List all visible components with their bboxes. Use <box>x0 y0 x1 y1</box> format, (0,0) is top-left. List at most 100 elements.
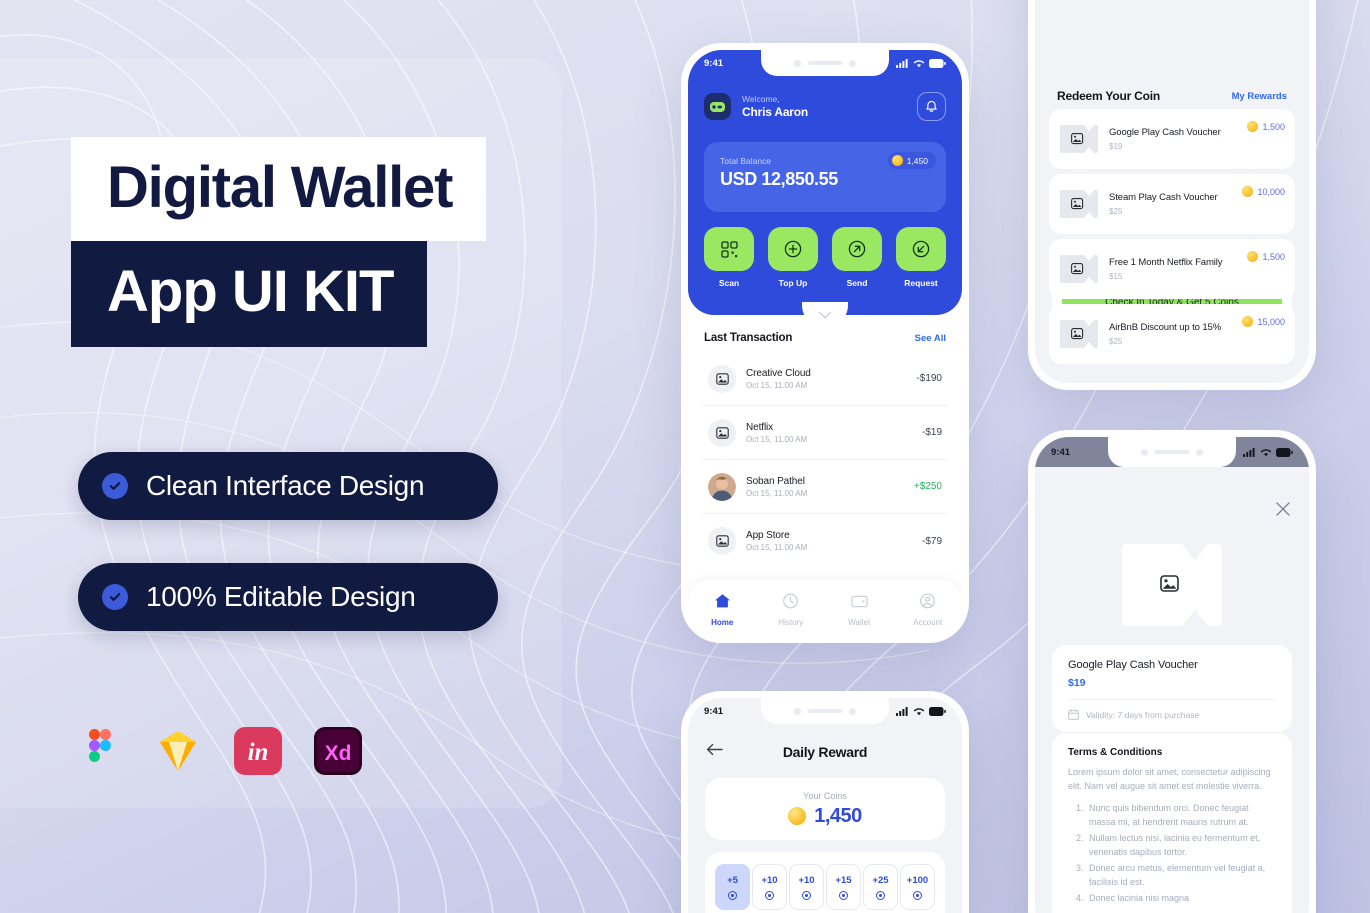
notification-bell-button[interactable] <box>917 92 946 121</box>
sensor-dot <box>849 59 856 67</box>
voucher-title: Google Play Cash Voucher <box>1068 659 1198 671</box>
my-rewards-link[interactable]: My Rewards <box>1232 91 1287 102</box>
home-icon <box>714 594 730 608</box>
table-row[interactable]: Soban Pathel Oct 15, 11.00 AM +$250 <box>702 460 948 514</box>
day-value: +15 <box>835 874 852 886</box>
action-label: Request <box>904 278 938 288</box>
day-value: +5 <box>727 874 738 886</box>
day-box: +15 <box>826 864 861 910</box>
sensor-dot <box>1196 448 1203 456</box>
transaction-name: Netflix <box>746 421 774 433</box>
action-request[interactable]: Request <box>896 227 946 288</box>
arrow-down-left-circle-icon <box>896 227 946 271</box>
transaction-info: Soban Pathel Oct 15, 11.00 AM <box>746 476 914 498</box>
clock-icon <box>783 593 799 609</box>
reward-name: Steam Play Cash Voucher <box>1109 191 1218 203</box>
see-all-link[interactable]: See All <box>915 333 946 344</box>
action-label: Send <box>846 278 868 288</box>
speaker-slot <box>1155 450 1189 454</box>
coin-badge-icon <box>913 890 922 900</box>
voucher-validity: Validity: 7 days from purchase <box>1068 709 1276 720</box>
divider <box>1068 699 1276 700</box>
feature-pill-editable-design[interactable]: 100% Editable Design <box>78 563 498 631</box>
bell-icon <box>926 100 937 112</box>
image-placeholder-icon <box>1059 317 1099 351</box>
voucher-validity-text: Validity: 7 days from purchase <box>1086 709 1200 720</box>
page-title: Digital Wallet App UI KIT <box>71 137 600 347</box>
reward-name: Free 1 Month Netflix Family <box>1109 256 1223 268</box>
day-card-today[interactable]: +5 Today <box>715 864 750 913</box>
camera-dot <box>1141 448 1148 456</box>
figma-icon <box>72 725 124 777</box>
check-circle-icon <box>102 473 128 499</box>
app-logo-icon <box>704 93 731 120</box>
coin-balance-badge[interactable]: 1,450 <box>887 152 936 169</box>
list-item[interactable]: Google Play Cash Voucher $19 1,500 <box>1049 109 1295 169</box>
reward-coin-value: 15,000 <box>1257 316 1285 327</box>
transaction-amount: -$190 <box>916 373 942 384</box>
sheet-handle[interactable] <box>802 302 848 328</box>
rewards-redeem-screen: Today Day 2 Day 3 Day 4 Day 5 Day 6 Chec… <box>1035 0 1309 383</box>
bottom-tab-bar: Home History Wallet Account <box>688 580 962 636</box>
tool-logos: in Xd <box>72 725 364 777</box>
wallet-home-screen: 9:41 Welcome, Chris Aaron Total Balance … <box>688 50 962 636</box>
action-scan[interactable]: Scan <box>704 227 754 288</box>
sensor-dot <box>849 707 856 715</box>
table-row[interactable]: Netflix Oct 15, 11.00 AM -$19 <box>702 406 948 460</box>
back-button[interactable] <box>706 743 723 761</box>
reward-coin-value: 1,500 <box>1262 121 1285 132</box>
arrow-up-right-circle-icon <box>832 227 882 271</box>
daily-streak-card: +5 Today +10 Day 2 +10 <box>705 852 945 913</box>
list-item[interactable]: AirBnB Discount up to 15% $25 15,000 <box>1049 304 1295 364</box>
tab-account[interactable]: Account <box>901 593 955 627</box>
status-time: 9:41 <box>1051 446 1071 458</box>
reward-coin-value: 10,000 <box>1257 186 1285 197</box>
your-coins-card: Your Coins 1,450 <box>705 778 945 840</box>
action-top-up[interactable]: Top Up <box>768 227 818 288</box>
reward-coin-cost: 1,500 <box>1247 121 1285 132</box>
table-row[interactable]: Creative Cloud Oct 15, 11.00 AM -$190 <box>702 352 948 406</box>
terms-and-conditions-card: Terms & Conditions Lorem ipsum dolor sit… <box>1052 733 1292 913</box>
wallet-icon <box>851 595 868 608</box>
close-button[interactable] <box>1275 501 1291 522</box>
camera-dot <box>794 59 801 67</box>
tab-home[interactable]: Home <box>695 593 749 627</box>
redeem-title: Redeem Your Coin <box>1057 89 1161 103</box>
tab-wallet[interactable]: Wallet <box>832 593 886 627</box>
title-line-1-text: Digital Wallet <box>107 155 453 220</box>
list-item[interactable]: Free 1 Month Netflix Family $15 1,500 <box>1049 239 1295 299</box>
reward-info: AirBnB Discount up to 15% $25 <box>1109 322 1242 346</box>
list-item[interactable]: Steam Play Cash Voucher $25 10,000 <box>1049 174 1295 234</box>
terms-list: Nunc quis bibendum orci. Donec feugiat m… <box>1086 802 1276 906</box>
balance-value: USD 12,850.55 <box>720 169 838 189</box>
coin-icon <box>788 807 807 825</box>
day-card-4[interactable]: +15 Day 4 <box>826 864 861 913</box>
reward-price: $15 <box>1109 272 1123 282</box>
table-row[interactable]: App Store Oct 15, 11.00 AM -$79 <box>702 514 948 568</box>
feature-pill-clean-interface[interactable]: Clean Interface Design <box>78 452 498 520</box>
days-row: +5 Today +10 Day 2 +10 <box>715 864 935 913</box>
phone-voucher-detail: 9:41 Google Play Cash Voucher $19 Validi… <box>1028 430 1316 913</box>
coin-icon <box>1242 316 1254 327</box>
hero-section: Digital Wallet App UI KIT Clean Interfac… <box>0 0 600 913</box>
day-card-3[interactable]: +10 Day 3 <box>789 864 824 913</box>
check-circle-icon <box>102 584 128 610</box>
image-placeholder-icon <box>708 527 736 555</box>
feature-pill-label: 100% Editable Design <box>146 581 416 612</box>
terms-list-item: Donec arcu metus, elementum vel feugiat … <box>1086 862 1276 890</box>
action-send[interactable]: Send <box>832 227 882 288</box>
cellular-icon <box>896 706 908 716</box>
day-box: +25 <box>863 864 898 910</box>
reward-info: Steam Play Cash Voucher $25 <box>1109 192 1242 216</box>
day-card-2[interactable]: +10 Day 2 <box>752 864 787 913</box>
tab-history[interactable]: History <box>764 593 818 627</box>
coin-icon <box>1247 121 1259 132</box>
coin-balance-value: 1,450 <box>906 155 928 166</box>
phone-daily-reward: 9:41 Daily Reward Your Coins 1,450 +5 +1… <box>681 691 969 913</box>
adobe-xd-icon: Xd <box>312 725 364 777</box>
day-card-6[interactable]: +100 Day 6 <box>900 864 935 913</box>
day-card-5[interactable]: +25 Day 5 <box>863 864 898 913</box>
page-title: Daily Reward <box>782 744 868 760</box>
sketch-icon <box>152 725 204 777</box>
welcome-text: Welcome, Chris Aaron <box>742 94 917 119</box>
